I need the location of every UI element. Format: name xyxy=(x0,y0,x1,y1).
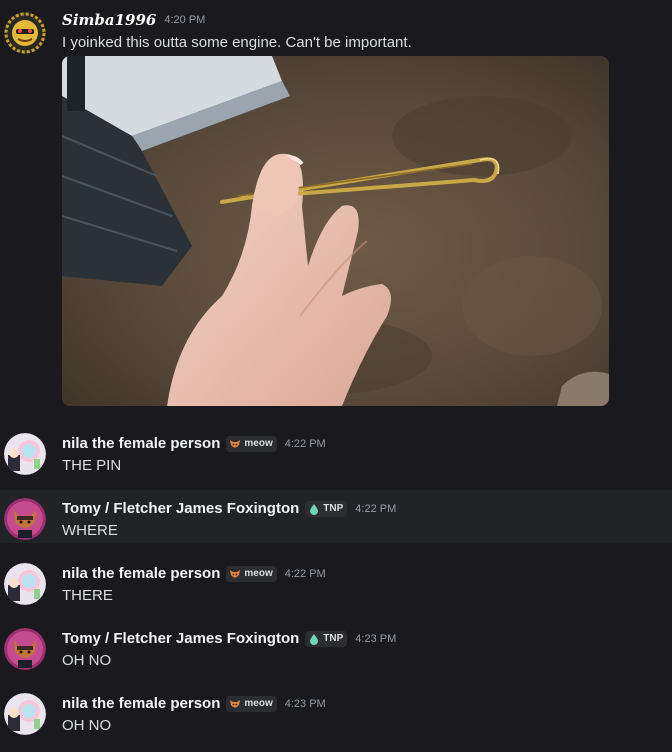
message-text: THE PIN xyxy=(62,457,122,474)
server-tag[interactable]: meow xyxy=(226,695,277,712)
username[interactable]: Simba1996 xyxy=(62,11,156,29)
tag-label: meow xyxy=(244,698,273,709)
fox-icon xyxy=(229,438,241,450)
tag-label: TNP xyxy=(323,633,344,644)
avatar-tomy[interactable] xyxy=(4,498,46,540)
message-text: OH NO xyxy=(62,652,112,669)
message-nila-3: nila the female person meow 4:23 PM OH N… xyxy=(0,685,672,752)
timestamp[interactable]: 4:22 PM xyxy=(285,438,326,450)
server-tag[interactable]: TNP xyxy=(305,630,348,647)
tag-label: meow xyxy=(244,568,273,579)
timestamp[interactable]: 4:23 PM xyxy=(285,698,326,710)
nila-avatar-icon xyxy=(4,693,46,735)
drop-icon xyxy=(308,633,320,645)
username[interactable]: Tomy / Fletcher James Foxington xyxy=(62,630,299,647)
message-simba: Simba1996 4:20 PM I yoinked this outta s… xyxy=(0,0,672,412)
avatar-simba[interactable] xyxy=(4,12,46,54)
tomy-avatar-icon xyxy=(4,498,46,540)
username[interactable]: nila the female person xyxy=(62,695,220,712)
nila-avatar-icon xyxy=(4,563,46,605)
nila-avatar-icon xyxy=(4,433,46,475)
server-tag[interactable]: TNP xyxy=(305,500,348,517)
timestamp[interactable]: 4:22 PM xyxy=(355,503,396,515)
username[interactable]: nila the female person xyxy=(62,565,220,582)
cotter-pin-photo-icon xyxy=(62,56,609,406)
message-nila-1: nila the female person meow 4:22 PM THE … xyxy=(0,412,672,477)
username[interactable]: nila the female person xyxy=(62,435,220,452)
timestamp[interactable]: 4:22 PM xyxy=(285,568,326,580)
avatar-nila[interactable] xyxy=(4,693,46,735)
message-text: THERE xyxy=(62,587,113,604)
server-tag[interactable]: meow xyxy=(226,435,277,452)
timestamp[interactable]: 4:23 PM xyxy=(355,633,396,645)
avatar-nila[interactable] xyxy=(4,563,46,605)
avatar-nila[interactable] xyxy=(4,433,46,475)
message-tomy-2: Tomy / Fletcher James Foxington TNP 4:23… xyxy=(0,620,672,685)
tomy-avatar-icon xyxy=(4,628,46,670)
message-text: OH NO xyxy=(62,717,112,734)
drop-icon xyxy=(308,503,320,515)
message-nila-2: nila the female person meow 4:22 PM THER… xyxy=(0,555,672,620)
timestamp[interactable]: 4:20 PM xyxy=(164,14,205,26)
server-tag[interactable]: meow xyxy=(226,565,277,582)
username[interactable]: Tomy / Fletcher James Foxington xyxy=(62,500,299,517)
message-tomy-1: Tomy / Fletcher James Foxington TNP 4:22… xyxy=(0,490,672,543)
avatar-tomy[interactable] xyxy=(4,628,46,670)
simba-avatar-icon xyxy=(4,12,46,54)
fox-icon xyxy=(229,568,241,580)
message-text: WHERE xyxy=(62,522,118,539)
tag-label: meow xyxy=(244,438,273,449)
tag-label: TNP xyxy=(323,503,344,514)
fox-icon xyxy=(229,698,241,710)
attached-photo[interactable] xyxy=(62,56,609,406)
message-text: I yoinked this outta some engine. Can't … xyxy=(62,34,412,51)
